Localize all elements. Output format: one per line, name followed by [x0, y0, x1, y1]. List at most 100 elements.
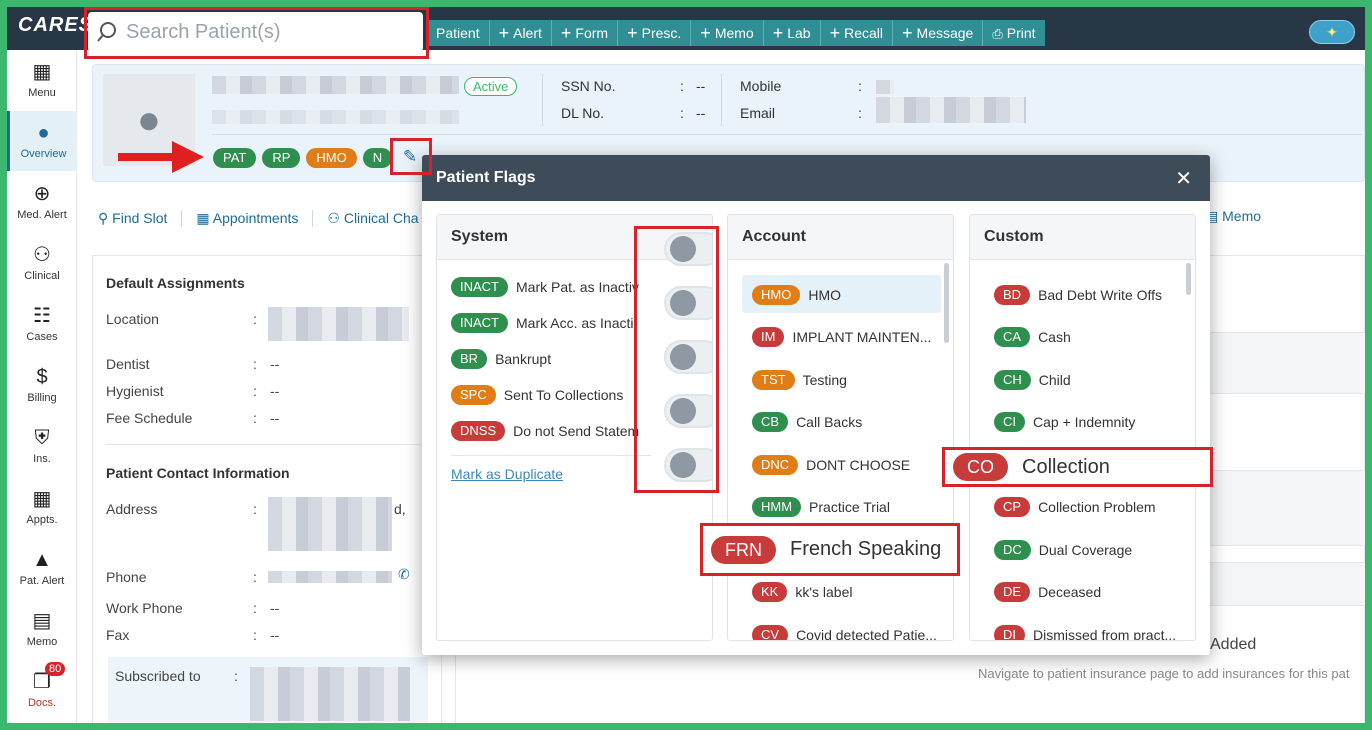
account-flag-row[interactable]: DNC DONT CHOOSE [752, 455, 910, 475]
memo-link[interactable]: ▤ Memo [1205, 208, 1261, 225]
magic-wand-button[interactable]: ✦ [1309, 20, 1355, 44]
section-divider [106, 444, 424, 445]
account-scrollbar[interactable] [944, 263, 949, 343]
person-placeholder-icon: ● [136, 97, 162, 142]
sidebar-item-cases[interactable]: ☷ Cases [7, 294, 77, 354]
flag-tag-pat[interactable]: PAT [213, 148, 257, 168]
mark-as-duplicate-link[interactable]: Mark as Duplicate [451, 466, 563, 482]
flag-code-badge: CB [752, 412, 789, 432]
find-slot-link[interactable]: ⚲ Find Slot [92, 209, 183, 227]
subscription-redacted [250, 667, 410, 721]
sidebar-item-overview[interactable]: ● Overview [7, 111, 77, 171]
note-icon: ▤ [32, 610, 52, 632]
hygienist-value: -- [270, 383, 280, 399]
flag-toggle[interactable] [664, 394, 712, 428]
account-flag-row[interactable]: IM IMPLANT MAINTEN... [752, 327, 931, 347]
magic-wand-icon: ✦ [1326, 23, 1338, 40]
account-flag-row[interactable]: KK kk's label [752, 582, 853, 602]
fee-schedule-value: -- [270, 410, 280, 426]
flag-code-badge: FRN [711, 535, 776, 564]
account-flag-row[interactable]: HMO HMO [752, 285, 841, 305]
add-form-button[interactable]: + Form [552, 20, 619, 46]
custom-flag-row[interactable]: CA Cash [994, 327, 1071, 347]
flag-tag-hmo[interactable]: HMO [306, 148, 357, 168]
patient-action-button[interactable]: Patient [427, 20, 490, 46]
search-input[interactable]: Search Patient(s) [126, 21, 281, 44]
custom-flags-panel: Custom BD Bad Debt Write Offs CA Cash CH Ch… [969, 214, 1196, 641]
flag-toggle[interactable] [664, 340, 712, 374]
search-box[interactable]: Search Patient(s) [88, 12, 423, 52]
add-lab-button[interactable]: + Lab [764, 20, 821, 46]
custom-flag-row[interactable]: BD Bad Debt Write Offs [994, 285, 1162, 305]
overview-links: ⚲ Find Slot ▦ Appointments ⚇ Clinical Ch… [92, 208, 433, 228]
custom-flag-row[interactable]: CI Cap + Indemnity [994, 412, 1135, 432]
dentist-value: -- [270, 356, 280, 372]
add-memo-button[interactable]: + Memo [691, 20, 764, 46]
sidebar-item-menu[interactable]: ▦ Menu [7, 50, 77, 110]
account-flag-row[interactable]: CB Call Backs [752, 412, 862, 432]
flag-code-badge: INACT [451, 277, 508, 297]
account-flag-row[interactable]: CV Covid detected Patie... [752, 625, 937, 640]
sidebar-item-appointments[interactable]: ▦ Appts. [7, 477, 77, 537]
add-prescription-button[interactable]: + Presc. [618, 20, 692, 46]
add-message-button[interactable]: + Message [893, 20, 984, 46]
add-alert-button[interactable]: + Alert [490, 20, 552, 46]
colon: : [253, 569, 257, 585]
custom-flag-row[interactable]: CH Child [994, 370, 1071, 390]
flag-code-badge: DE [994, 582, 1031, 602]
sidebar-item-insurance[interactable]: ⛨ Ins. [7, 416, 77, 476]
dl-value: -- [696, 105, 706, 121]
custom-flag-row[interactable]: DC Dual Coverage [994, 540, 1132, 560]
flag-code-badge: BR [451, 349, 488, 369]
sidebar-item-billing[interactable]: $ Billing [7, 355, 77, 415]
sidebar-item-clinical[interactable]: ⚇ Clinical [7, 233, 77, 293]
french-speaking-callout[interactable]: FRN French Speaking [700, 523, 960, 576]
flag-code-badge: DC [994, 540, 1031, 560]
custom-flag-row[interactable]: DE Deceased [994, 582, 1101, 602]
docs-count-badge: 80 [45, 662, 66, 676]
search-icon: ⚲ [98, 209, 113, 226]
default-assignments-title: Default Assignments [106, 275, 245, 291]
flag-label: French Speaking [790, 538, 942, 560]
flag-label: Collection [1022, 455, 1110, 478]
mobile-label: Mobile [740, 78, 782, 94]
flag-code-badge: BD [994, 285, 1031, 305]
search-icon [97, 22, 116, 42]
custom-flag-row[interactable]: CP Collection Problem [994, 497, 1156, 517]
appointments-link[interactable]: ▦ Appointments [182, 209, 314, 227]
flag-tag-n[interactable]: N [362, 148, 393, 168]
flag-toggle[interactable] [664, 286, 712, 320]
sidebar-item-pat-alert[interactable]: ▲ Pat. Alert [7, 538, 77, 598]
calendar-icon: ▦ [32, 488, 52, 510]
account-flags-panel: Account HMO HMO IM IMPLANT MAINTEN... TST T… [727, 214, 954, 641]
account-flag-row[interactable]: TST Testing [752, 370, 847, 390]
custom-flag-row[interactable]: DI Dismissed from pract... [994, 625, 1176, 640]
sidebar-item-docs[interactable]: ❐ Docs. 80 [7, 660, 77, 720]
flag-code-badge: HMO [752, 285, 801, 305]
flag-code-badge: TST [752, 370, 795, 390]
work-phone-label: Work Phone [106, 600, 183, 616]
add-recall-button[interactable]: + Recall [821, 20, 894, 46]
header-divider [542, 74, 543, 126]
edit-flags-button[interactable]: ✎ [396, 144, 424, 170]
flag-toggle[interactable] [664, 232, 712, 266]
custom-panel-title: Custom [970, 215, 1195, 260]
close-icon[interactable]: ✕ [1175, 166, 1192, 191]
print-button[interactable]: ⎙ Print [983, 20, 1044, 46]
sidebar-item-memo[interactable]: ▤ Memo [7, 599, 77, 659]
sidebar-item-med-alert[interactable]: ⊕ Med. Alert [7, 172, 77, 232]
modal-header: Patient Flags ✕ [422, 155, 1210, 201]
call-phone-icon[interactable]: ✆ [398, 566, 410, 583]
clinical-chart-link[interactable]: ⚇ Clinical Cha [313, 210, 432, 227]
colon: : [253, 600, 257, 616]
flag-tag-rp[interactable]: RP [262, 148, 301, 168]
flag-toggle[interactable] [664, 448, 712, 482]
account-flag-row[interactable]: HMM Practice Trial [752, 497, 890, 517]
colon: : [253, 627, 257, 643]
warning-icon: ▲ [32, 549, 52, 571]
collection-callout[interactable]: CO Collection [942, 447, 1213, 487]
custom-scrollbar[interactable] [1186, 263, 1191, 295]
right-strip [1208, 470, 1365, 546]
app-logo[interactable]: CARES [18, 14, 88, 36]
plus-icon: + [772, 23, 784, 43]
